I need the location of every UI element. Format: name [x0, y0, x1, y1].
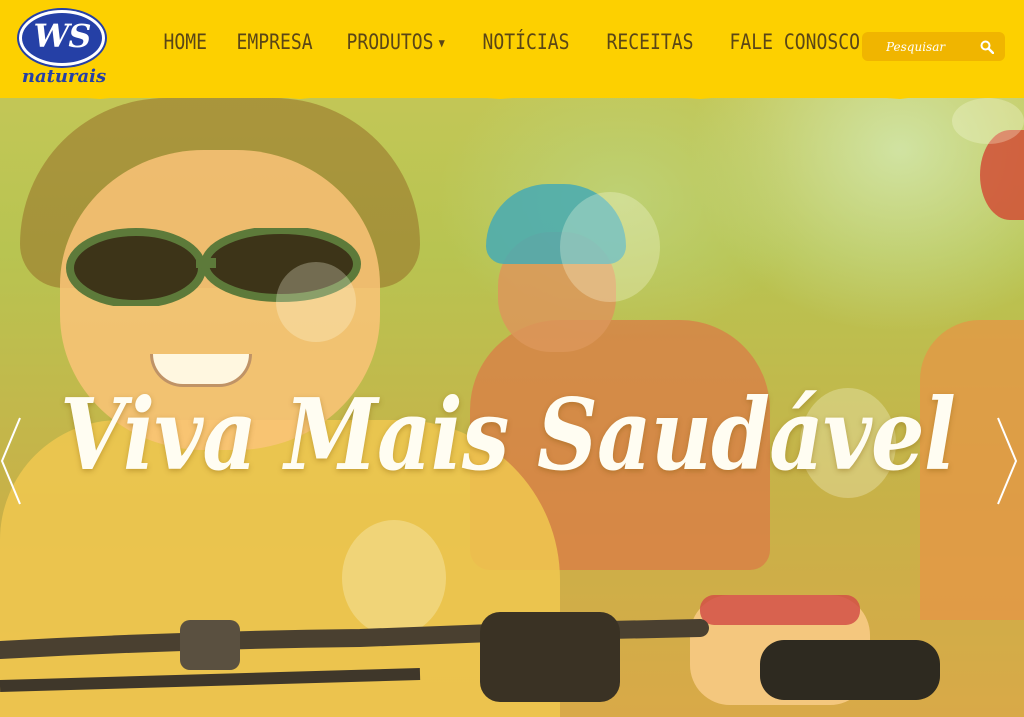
nav-receitas-label: RECEITAS [606, 30, 694, 54]
bokeh-light [560, 192, 660, 302]
bokeh-light [276, 262, 356, 342]
nav-fale-conosco-label: FALE CONOSCO [729, 30, 860, 54]
search-input[interactable] [862, 32, 972, 61]
chevron-left-icon[interactable] [0, 416, 22, 506]
chevron-right-icon[interactable] [996, 416, 1018, 506]
nav-noticias-label: NOTÍCIAS [482, 30, 570, 54]
search-button[interactable] [973, 32, 1001, 61]
nav-empresa[interactable]: EMPRESA [227, 30, 322, 54]
search-box [862, 32, 1005, 61]
caret-down-icon: ▼ [438, 36, 445, 50]
bokeh-light [952, 98, 1024, 144]
nav-fale-conosco[interactable]: FALE CONOSCO [720, 30, 869, 54]
brand-logo[interactable]: WS naturais [16, 10, 112, 90]
search-icon [980, 40, 994, 54]
nav-receitas[interactable]: RECEITAS [597, 30, 703, 54]
nav-produtos-label: PRODUTOS [346, 30, 434, 54]
site-header: WS naturais HOME EMPRESA PRODUTOS ▼ NOTÍC… [0, 0, 1024, 98]
hero-title: Viva Mais Saudável [60, 378, 956, 493]
bicycle-handlebar [0, 612, 940, 702]
nav-produtos[interactable]: PRODUTOS ▼ [337, 30, 454, 54]
nav-noticias[interactable]: NOTÍCIAS [473, 30, 579, 54]
logo-wordmark: naturais [21, 66, 107, 87]
nav-empresa-label: EMPRESA [236, 30, 313, 54]
nav-home-label: HOME [163, 30, 207, 54]
logo-mark: WS [33, 17, 91, 55]
nav-home[interactable]: HOME [154, 30, 216, 54]
main-nav: HOME EMPRESA PRODUTOS ▼ NOTÍCIAS RECEITAS… [154, 30, 894, 54]
hero-banner: Viva Mais Saudável [0, 0, 1024, 717]
